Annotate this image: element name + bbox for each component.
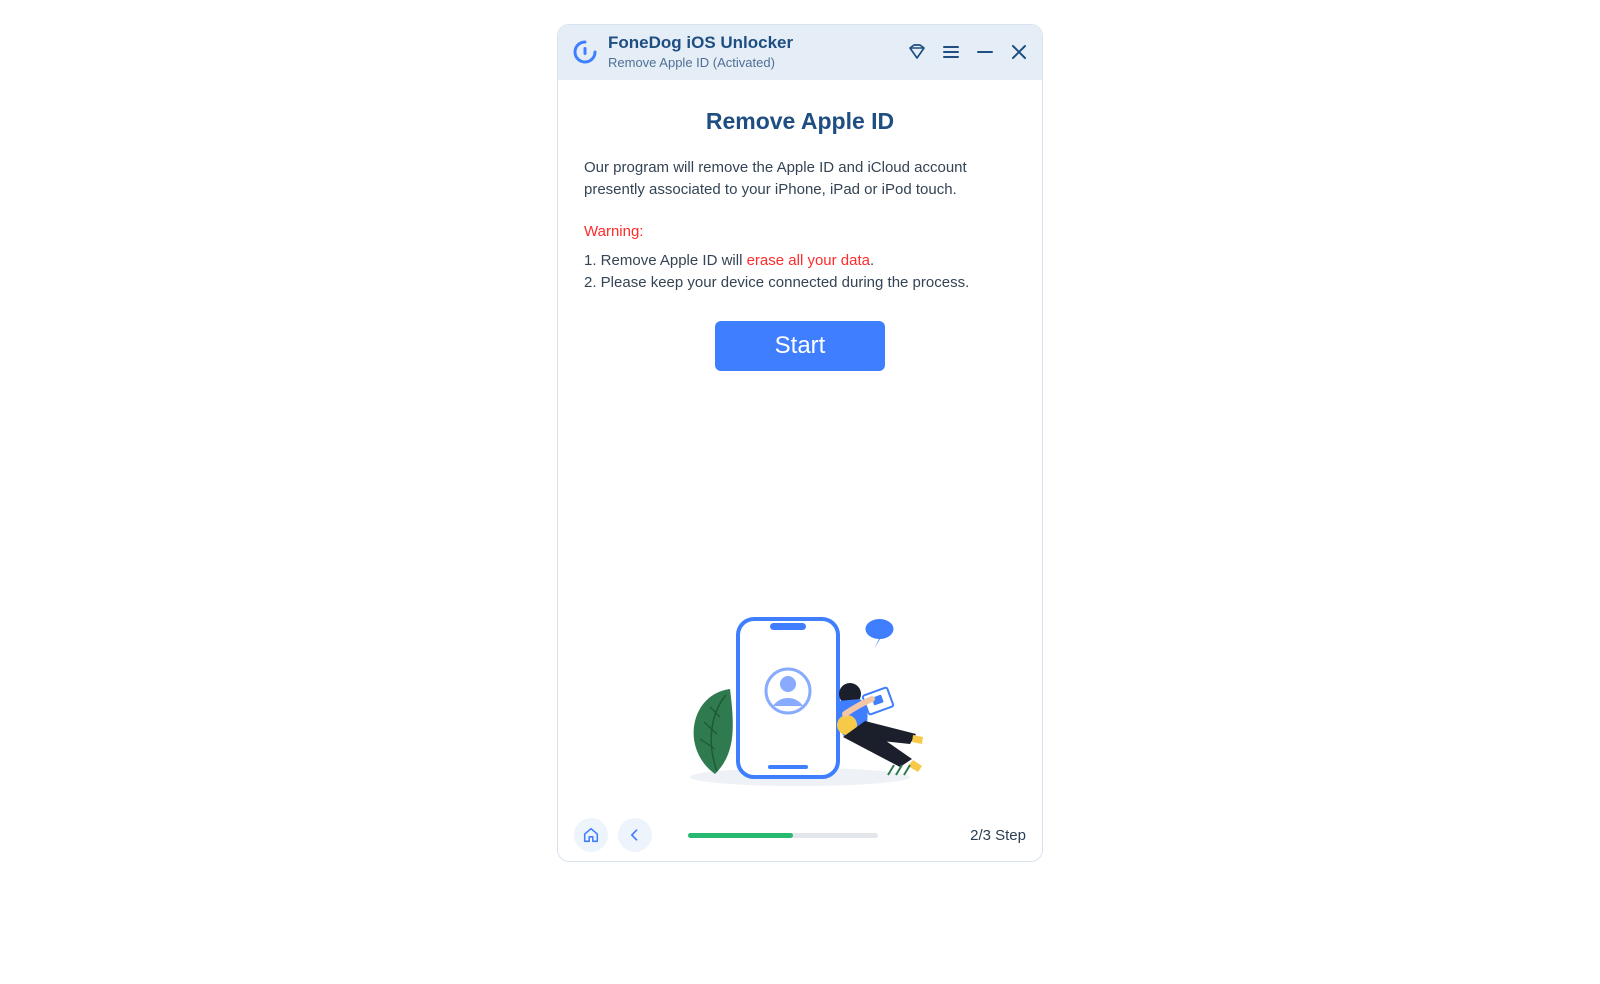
menu-icon[interactable] [940, 41, 962, 63]
app-title: FoneDog iOS Unlocker [608, 33, 896, 53]
illustration [584, 371, 1016, 810]
minimize-icon[interactable] [974, 41, 996, 63]
warning-highlight: erase all your data [747, 252, 870, 269]
app-window: FoneDog iOS Unlocker Remove Apple ID (Ac… [557, 24, 1043, 862]
titlebar: FoneDog iOS Unlocker Remove Apple ID (Ac… [558, 25, 1042, 80]
step-label: 2/3 Step [970, 827, 1026, 844]
close-icon[interactable] [1008, 41, 1030, 63]
home-button[interactable] [574, 818, 608, 852]
footer: 2/3 Step [558, 809, 1042, 861]
page-title: Remove Apple ID [584, 108, 1016, 135]
progress-bar [688, 833, 878, 838]
warning-item-1: 1. Remove Apple ID will erase all your d… [584, 250, 1016, 273]
warning-label: Warning: [584, 223, 1016, 240]
main-content: Remove Apple ID Our program will remove … [558, 80, 1042, 809]
progress-fill [688, 833, 793, 838]
window-controls [906, 41, 1030, 63]
back-button[interactable] [618, 818, 652, 852]
app-logo-icon [572, 39, 598, 65]
start-button[interactable]: Start [715, 321, 886, 371]
app-subtitle: Remove Apple ID (Activated) [608, 55, 896, 70]
title-text: FoneDog iOS Unlocker Remove Apple ID (Ac… [608, 33, 896, 70]
description-text: Our program will remove the Apple ID and… [584, 157, 1016, 201]
diamond-icon[interactable] [906, 41, 928, 63]
warning-item-2: 2. Please keep your device connected dur… [584, 272, 1016, 295]
warning-list: 1. Remove Apple ID will erase all your d… [584, 250, 1016, 295]
